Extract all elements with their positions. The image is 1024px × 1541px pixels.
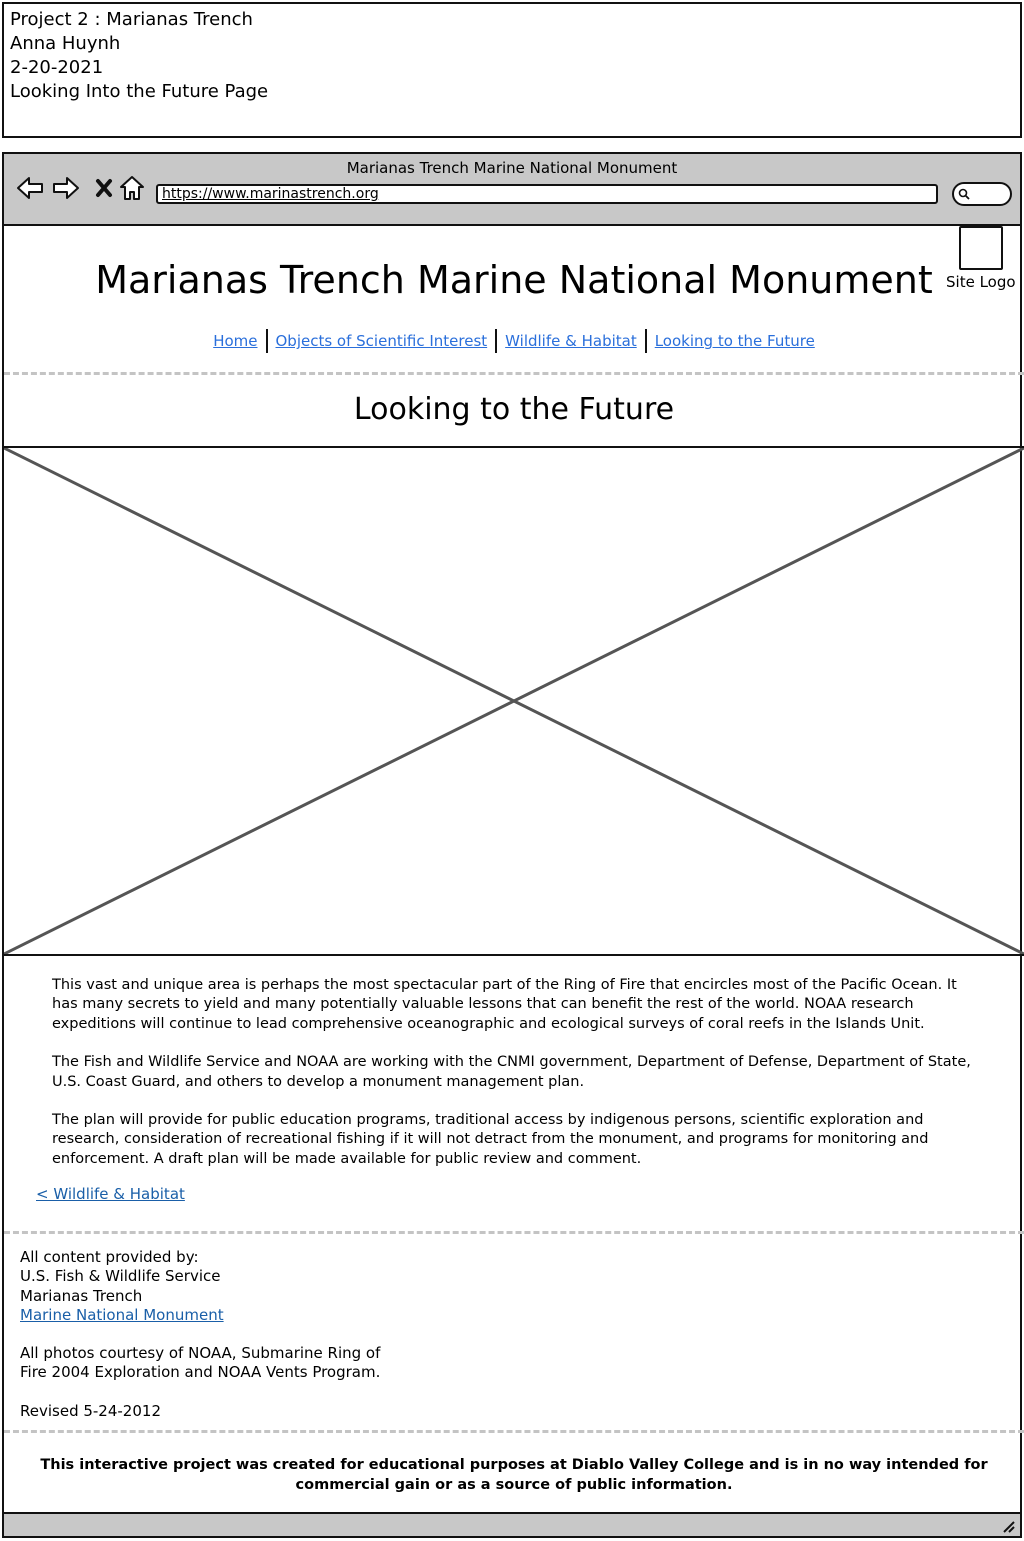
back-arrow-icon[interactable] [16, 174, 44, 202]
photo-credit: Fire 2004 Exploration and NOAA Vents Pro… [20, 1363, 381, 1382]
url-text: https://www.marinastrench.org [162, 186, 379, 202]
nav-link-home[interactable]: Home [205, 332, 265, 350]
photo-credit: All photos courtesy of NOAA, Submarine R… [20, 1344, 381, 1363]
footer-credits: All content provided by: U.S. Fish & Wil… [20, 1248, 620, 1421]
annotation-line: 2-20-2021 [10, 57, 104, 78]
home-icon[interactable] [118, 174, 146, 202]
credit-link[interactable]: Marine National Monument [20, 1306, 224, 1324]
site-title: Marianas Trench Marine National Monument [95, 258, 933, 302]
annotation-line: Project 2 : Marianas Trench [10, 9, 253, 30]
main-content: This vast and unique area is perhaps the… [52, 976, 972, 1188]
divider [4, 1430, 1024, 1433]
image-placeholder [4, 446, 1024, 956]
credit-org: U.S. Fish & Wildlife Service [20, 1267, 221, 1286]
credit-heading: All content provided by: [20, 1248, 199, 1266]
credit-place: Marianas Trench [20, 1286, 143, 1305]
site-logo[interactable] [959, 226, 1003, 270]
resize-grip-icon[interactable] [1000, 1518, 1016, 1534]
browser-search-input[interactable] [952, 182, 1012, 206]
back-link-wildlife[interactable]: < Wildlife & Habitat [36, 1185, 185, 1203]
status-bar [4, 1512, 1020, 1536]
main-nav: Home Objects of Scientific Interest Wild… [4, 329, 1024, 353]
forward-arrow-icon[interactable] [52, 174, 80, 202]
window-title: Marianas Trench Marine National Monument [346, 159, 678, 177]
content-paragraph: The plan will provide for public educati… [52, 1112, 929, 1167]
site-logo-label: Site Logo [946, 273, 1016, 291]
disclaimer: This interactive project was created for… [40, 1457, 988, 1493]
browser-toolbar: Marianas Trench Marine National Monument… [4, 154, 1020, 226]
revised-date: Revised 5-24-2012 [20, 1401, 161, 1420]
divider [4, 372, 1024, 375]
nav-link-objects[interactable]: Objects of Scientific Interest [268, 332, 496, 350]
close-icon[interactable] [90, 174, 118, 202]
annotation-line: Anna Huynh [10, 33, 121, 54]
divider [4, 1231, 1024, 1234]
url-input[interactable]: https://www.marinastrench.org [156, 184, 938, 204]
search-icon [958, 188, 970, 200]
nav-link-wildlife[interactable]: Wildlife & Habitat [497, 332, 645, 350]
content-paragraph: This vast and unique area is perhaps the… [52, 977, 957, 1032]
project-annotation: Project 2 : Marianas Trench Anna Huynh 2… [2, 2, 1022, 138]
page-title: Looking to the Future [353, 392, 675, 427]
nav-link-future[interactable]: Looking to the Future [647, 332, 823, 350]
browser-window: Marianas Trench Marine National Monument… [2, 152, 1024, 1538]
content-paragraph: The Fish and Wildlife Service and NOAA a… [52, 1054, 971, 1090]
annotation-line: Looking Into the Future Page [10, 81, 269, 102]
